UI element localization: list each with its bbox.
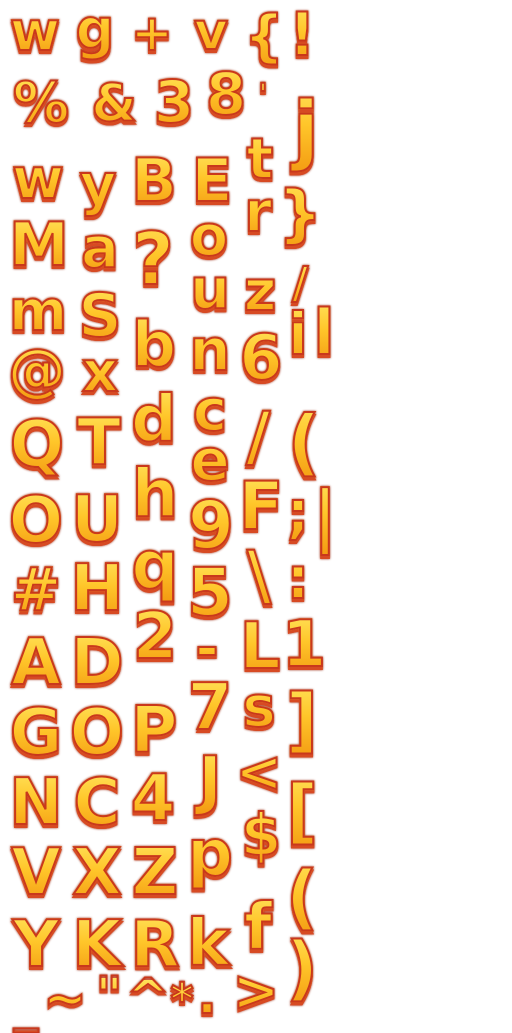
- glyph: o: [182, 208, 236, 266]
- glyph: @: [4, 338, 70, 402]
- glyph: A: [4, 630, 68, 696]
- glyph: Z: [126, 840, 184, 906]
- glyph: d: [126, 386, 182, 454]
- glyph: 7: [184, 675, 236, 741]
- glyph: U: [66, 486, 128, 554]
- glyph: J: [184, 748, 236, 814]
- glyph: (: [285, 856, 319, 938]
- glyph: f: [234, 892, 282, 964]
- glyph: V: [4, 840, 68, 906]
- glyph: n: [182, 320, 238, 380]
- glyph: F: [236, 473, 286, 541]
- glyph: e: [182, 430, 238, 490]
- glyph: G: [4, 700, 68, 766]
- glyph: ^: [125, 968, 171, 1028]
- glyph: O: [4, 488, 68, 554]
- glyph: p: [184, 820, 236, 888]
- glyph: z: [236, 263, 284, 321]
- glyph: 6: [236, 326, 286, 390]
- glyph: Q: [4, 410, 70, 480]
- glyph: y: [70, 150, 126, 222]
- glyph: :: [284, 546, 312, 610]
- glyph: 9: [184, 488, 238, 564]
- glyph: /: [234, 400, 282, 474]
- glyph: 4: [124, 764, 182, 834]
- glyph: u: [184, 261, 236, 319]
- glyph: h: [126, 458, 184, 530]
- glyph: v: [182, 4, 240, 60]
- glyph: x: [72, 344, 128, 402]
- glyph: B: [124, 150, 184, 212]
- glyph: N: [4, 770, 68, 836]
- glyph: .: [194, 969, 220, 1023]
- glyph: D: [66, 630, 128, 696]
- glyph: 8: [198, 62, 254, 126]
- glyph: (: [284, 400, 324, 484]
- glyph: $: [236, 802, 286, 868]
- glyph: H: [66, 556, 128, 622]
- glyph: w: [6, 4, 64, 60]
- glyph: g: [66, 0, 124, 60]
- font-atlas: w g + v { ! % & 3 8 ' j w y B E t r } M …: [0, 0, 512, 1031]
- glyph: C: [66, 770, 128, 836]
- glyph: &: [84, 74, 144, 134]
- glyph: E: [184, 150, 240, 212]
- glyph: ;: [284, 480, 312, 544]
- glyph: _: [4, 978, 48, 1030]
- glyph: P: [124, 696, 184, 766]
- glyph: T: [70, 410, 128, 476]
- glyph: >: [232, 959, 281, 1024]
- glyph: ): [285, 927, 319, 1009]
- glyph: X: [66, 840, 128, 906]
- glyph: 3: [146, 70, 202, 134]
- glyph: %: [6, 74, 76, 134]
- glyph: O: [66, 700, 128, 766]
- glyph: [: [285, 770, 319, 852]
- glyph: r: [236, 184, 280, 242]
- glyph: <: [235, 740, 284, 805]
- glyph: M: [4, 214, 74, 276]
- glyph: ?: [126, 216, 180, 302]
- glyph: S: [72, 284, 128, 348]
- glyph: 1: [281, 608, 328, 682]
- glyph: +: [124, 6, 180, 60]
- glyph: ": [86, 969, 132, 1023]
- glyph: l: [310, 300, 338, 366]
- glyph: \: [234, 540, 284, 612]
- glyph: 2: [126, 604, 184, 670]
- glyph: |: [312, 477, 339, 556]
- glyph: }: [277, 177, 323, 250]
- glyph: j: [286, 84, 326, 174]
- glyph: ]: [285, 679, 319, 761]
- glyph: b: [126, 312, 182, 378]
- glyph: ': [252, 80, 274, 112]
- glyph: -: [184, 620, 230, 678]
- glyph: q: [126, 530, 184, 602]
- glyph: w: [4, 150, 72, 210]
- glyph: a: [72, 220, 128, 278]
- glyph: m: [2, 283, 74, 341]
- glyph: L: [234, 614, 286, 680]
- glyph: s: [236, 679, 282, 737]
- glyph: ~: [42, 969, 88, 1029]
- glyph: i: [286, 302, 310, 366]
- glyph: #: [4, 559, 68, 621]
- glyph: !: [284, 2, 320, 68]
